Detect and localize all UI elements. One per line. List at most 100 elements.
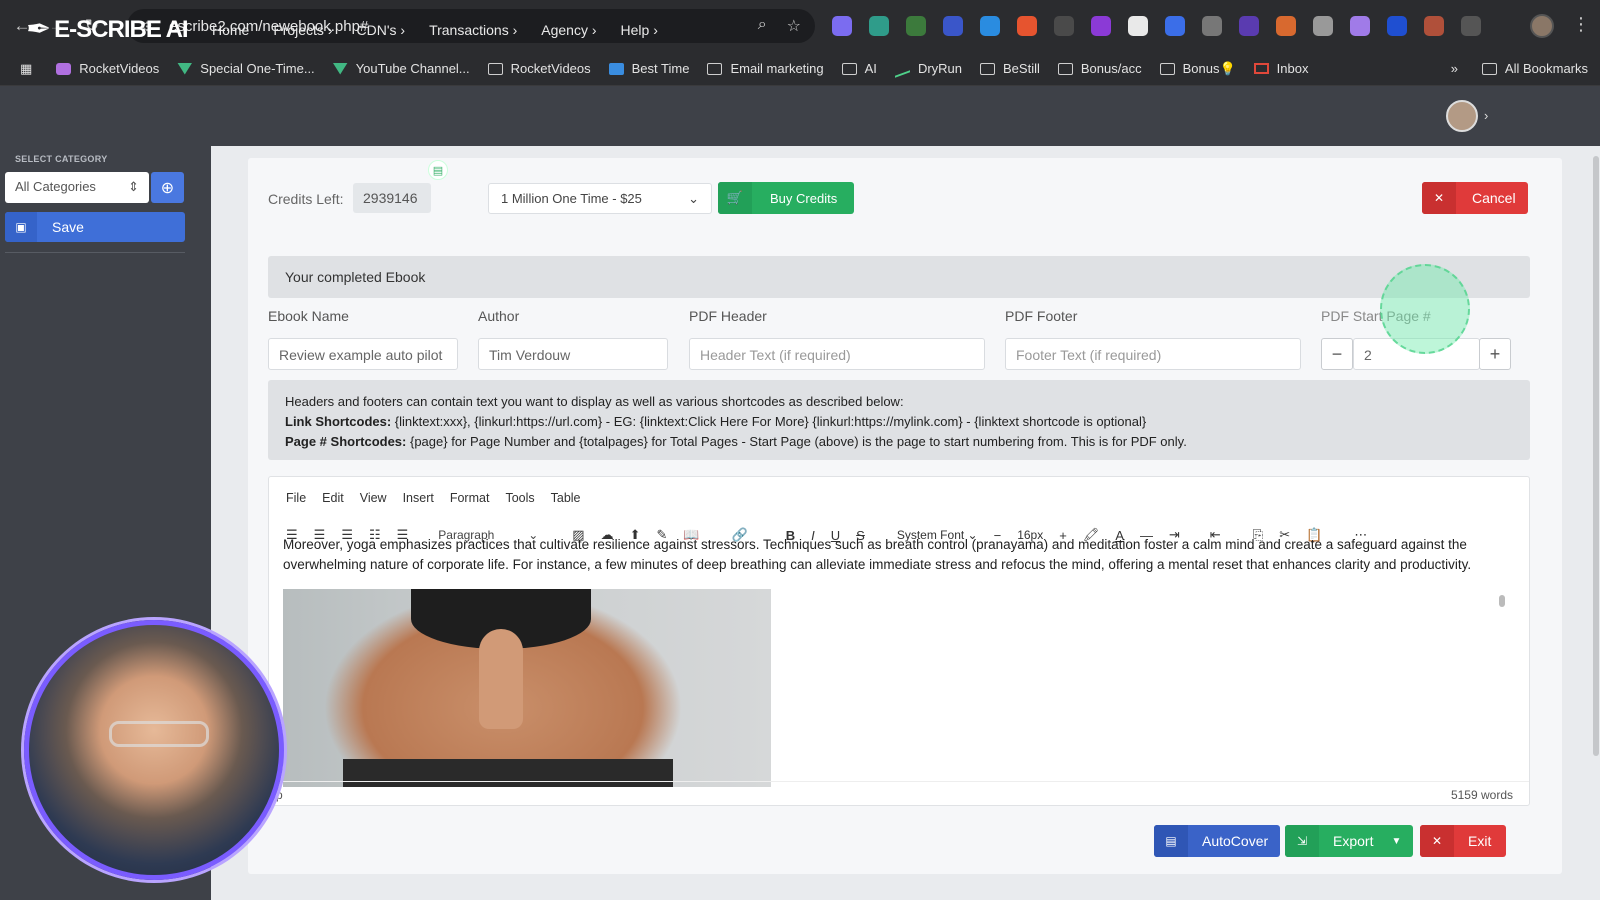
bookmark-item[interactable]: RocketVideos [487, 61, 591, 76]
extension-icon[interactable] [906, 16, 926, 36]
editor-menu-edit[interactable]: Edit [322, 491, 344, 505]
browser-menu-icon[interactable]: ⋮ [1572, 14, 1590, 35]
editor-menu-tools[interactable]: Tools [505, 491, 534, 505]
editor-scrollbar[interactable] [1499, 595, 1505, 607]
menu-item-agency[interactable]: Agency › [541, 22, 596, 38]
editor-statusbar: p 5159 words [269, 781, 1529, 805]
main-content: Credits Left: 2939146 ▤ 1 Million One Ti… [211, 146, 1600, 900]
chart-icon [894, 59, 910, 78]
extension-icon[interactable] [1350, 16, 1370, 36]
increment-button[interactable]: + [1479, 338, 1511, 370]
completed-banner: Your completed Ebook [268, 256, 1530, 298]
menu-item-cdns[interactable]: CDN's › [357, 22, 406, 38]
extension-icon[interactable] [1054, 16, 1074, 36]
file-export-icon: ⇲ [1285, 825, 1319, 857]
pdf-footer-input[interactable]: Footer Text (if required) [1005, 338, 1301, 370]
editor-menu-view[interactable]: View [360, 491, 387, 505]
divider [5, 252, 185, 253]
folder-icon [980, 62, 996, 75]
all-bookmarks[interactable]: All Bookmarks [1481, 61, 1588, 76]
pdf-footer-label: PDF Footer [1005, 308, 1078, 324]
extension-icon[interactable] [1091, 16, 1111, 36]
page-scrollbar[interactable] [1593, 156, 1599, 756]
extension-icon[interactable] [1276, 16, 1296, 36]
folder-icon [1057, 62, 1073, 75]
rocket-icon [56, 62, 72, 75]
puzzle-icon[interactable] [1461, 16, 1481, 36]
category-select[interactable]: All Categories ⇕ [5, 172, 149, 203]
caret-down-icon[interactable]: ▼ [1391, 836, 1401, 847]
extension-icon[interactable] [869, 16, 889, 36]
apps-grid-icon[interactable]: ▦ [20, 61, 32, 77]
extension-icon[interactable] [1202, 16, 1222, 36]
credits-label: Credits Left: [268, 191, 344, 207]
app-logo[interactable]: ✒ E-SCRIBE AI [26, 12, 189, 47]
browser-profile-avatar[interactable] [1530, 14, 1554, 38]
add-category-button[interactable]: ⊕ [151, 172, 184, 203]
exit-button[interactable]: ✕ Exit [1420, 825, 1506, 857]
extension-icon[interactable] [1165, 16, 1185, 36]
bookmarks-overflow-icon[interactable]: » [1451, 61, 1458, 76]
bookmark-item[interactable]: Inbox [1253, 61, 1308, 76]
extension-icon[interactable] [1128, 16, 1148, 36]
editor-menu-insert[interactable]: Insert [403, 491, 434, 505]
menu-item-transactions[interactable]: Transactions › [429, 22, 517, 38]
extension-icon[interactable] [943, 16, 963, 36]
save-button[interactable]: ▣ Save [5, 212, 185, 242]
chat-icon[interactable]: ▤ [428, 160, 448, 180]
bookmark-item[interactable]: DryRun [894, 59, 962, 78]
bookmark-item[interactable]: RocketVideos [56, 61, 159, 76]
extension-icon[interactable] [1239, 16, 1259, 36]
vue-icon [332, 62, 348, 75]
chevron-right-icon: › [400, 22, 406, 38]
info-line: Link Shortcodes: {linktext:xxx}, {linkur… [285, 414, 1147, 429]
bookmarks-bar: ▦ RocketVideos Special One-Time... YouTu… [0, 52, 1600, 86]
book-icon: ▤ [1154, 825, 1188, 857]
editor-menu-table[interactable]: Table [551, 491, 581, 505]
user-avatar[interactable] [1446, 100, 1478, 132]
pdf-header-input[interactable]: Header Text (if required) [689, 338, 985, 370]
bookmark-item[interactable]: Bonus/acc [1057, 61, 1142, 76]
decrement-button[interactable]: − [1321, 338, 1353, 370]
credit-plan-select[interactable]: 1 Million One Time - $25 ⌄ [488, 183, 712, 214]
bookmark-item[interactable]: Email marketing [707, 61, 824, 76]
bookmark-item[interactable]: Best Time [608, 61, 689, 76]
export-button[interactable]: ⇲ Export ▼ [1285, 825, 1413, 857]
ebook-name-input[interactable]: Review example auto pilot [268, 338, 458, 370]
cursor-highlight [1380, 264, 1470, 354]
sidebar-heading: SELECT CATEGORY [15, 154, 108, 164]
folder-icon [707, 62, 723, 75]
editor-menu-format[interactable]: Format [450, 491, 490, 505]
chevron-right-icon[interactable]: › [1484, 108, 1488, 123]
author-input[interactable]: Tim Verdouw [478, 338, 668, 370]
bookmark-item[interactable]: Bonus💡 [1159, 61, 1236, 77]
close-icon: ✕ [1420, 825, 1454, 857]
minus-icon: − [1331, 343, 1343, 364]
extension-icon[interactable] [1424, 16, 1444, 36]
bookmark-star-icon[interactable]: ☆ [787, 16, 801, 36]
extension-icon[interactable] [1387, 16, 1407, 36]
cancel-button[interactable]: ✕ Cancel [1422, 182, 1528, 214]
editor-content[interactable]: Moreover, yoga emphasizes practices that… [283, 537, 1498, 575]
bookmark-item[interactable]: AI [841, 61, 877, 76]
bookmark-item[interactable]: YouTube Channel... [332, 61, 470, 76]
extension-icon[interactable] [1017, 16, 1037, 36]
buy-credits-button[interactable]: 🛒 Buy Credits [718, 182, 854, 214]
cart-icon: 🛒 [718, 182, 752, 214]
editor-menubar: File Edit View Insert Format Tools Table [286, 491, 581, 505]
autocover-button[interactable]: ▤ AutoCover [1154, 825, 1280, 857]
plus-icon: + [1489, 343, 1501, 364]
bookmark-item[interactable]: BeStill [980, 61, 1040, 76]
close-icon: ✕ [1422, 182, 1456, 214]
extension-icon[interactable] [980, 16, 1000, 36]
editor-menu-file[interactable]: File [286, 491, 306, 505]
extension-icon[interactable] [832, 16, 852, 36]
menu-item-help[interactable]: Help › [621, 22, 658, 38]
extension-icon[interactable] [1313, 16, 1333, 36]
yoga-image[interactable] [283, 589, 771, 787]
zoom-icon[interactable]: ⌕ [758, 16, 767, 36]
chevron-right-icon: › [512, 22, 518, 38]
bookmark-item[interactable]: Special One-Time... [177, 61, 315, 76]
menu-item-projects[interactable]: Projects › [273, 22, 332, 38]
menu-item-home[interactable]: Home [212, 22, 249, 38]
